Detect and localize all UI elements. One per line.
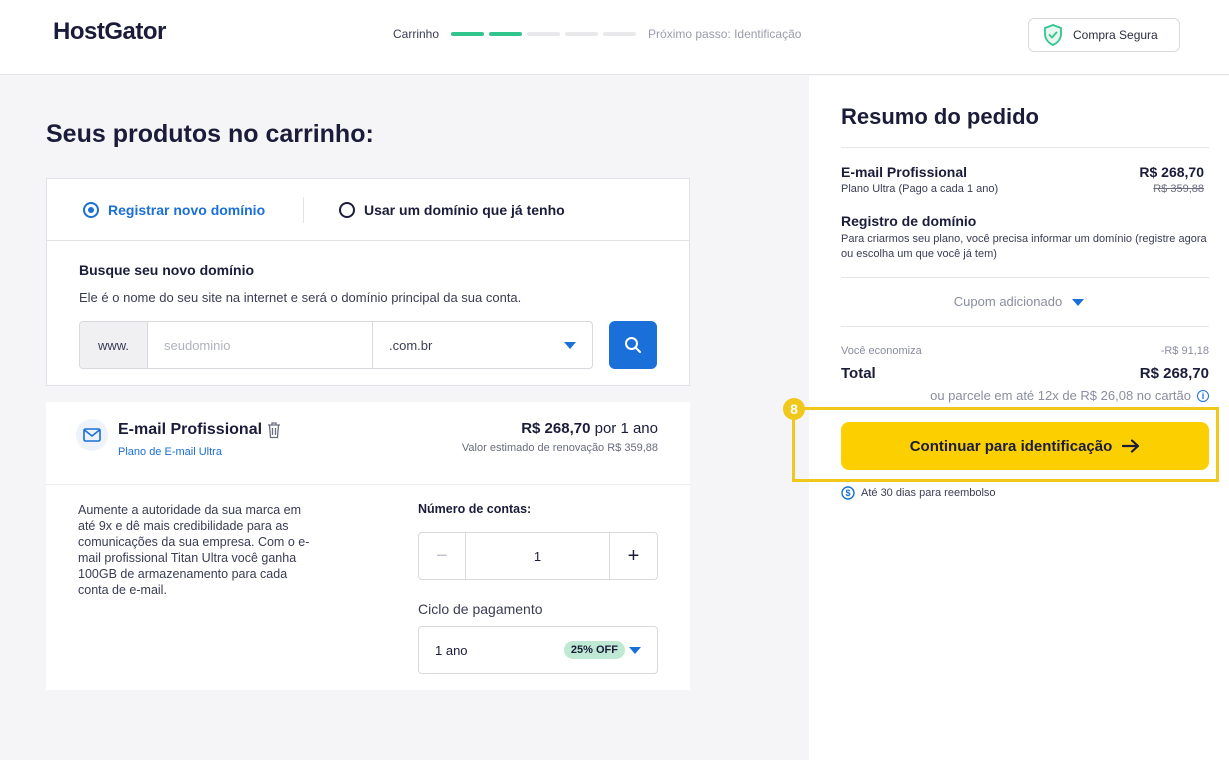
radio-selected-icon (83, 202, 99, 218)
info-icon[interactable]: i (1197, 389, 1209, 402)
installments-info: ou parcele em até 12x de R$ 26,08 no car… (930, 388, 1209, 403)
summary-item-subtitle: Plano Ultra (Pago a cada 1 ano) (841, 183, 999, 195)
increment-button[interactable]: + (610, 533, 657, 579)
decrement-button[interactable]: − (419, 533, 466, 579)
product-plan-link[interactable]: Plano de E-mail Ultra (118, 446, 222, 458)
mail-icon (83, 428, 101, 442)
domain-search-desc: Ele é o nome do seu site na internet e s… (79, 290, 522, 305)
radio-label: Usar um domínio que já tenho (364, 202, 565, 218)
trash-icon[interactable] (266, 421, 282, 439)
domain-input-group: www. .com.br (79, 321, 593, 369)
registration-title: Registro de domínio (841, 213, 977, 229)
divider (841, 326, 1209, 327)
summary-title: Resumo do pedido (841, 104, 1039, 129)
domain-search-input[interactable] (148, 322, 373, 368)
refund-icon: $ (841, 486, 855, 500)
savings-label: Você economiza (841, 345, 922, 357)
product-header: E-mail Profissional Plano de E-mail Ultr… (46, 402, 690, 485)
radio-unselected-icon (339, 202, 355, 218)
domain-card: Registrar novo domínio Usar um domínio q… (46, 178, 690, 386)
highlight-badge: 8 (783, 398, 805, 420)
domain-search-button[interactable] (609, 321, 657, 369)
shield-check-icon (1044, 24, 1062, 46)
refund-info: $ Até 30 dias para reembolso (841, 486, 996, 500)
radio-label: Registrar novo domínio (108, 202, 266, 218)
chevron-down-icon (1072, 299, 1085, 307)
registration-desc: Para criarmos seu plano, você precisa in… (841, 233, 1207, 260)
progress-bars (451, 32, 637, 36)
summary-item-price: R$ 268,70 (1139, 164, 1204, 180)
product-description: Aumente a autoridade da sua marca em até… (78, 503, 310, 597)
svg-text:$: $ (845, 488, 850, 498)
progress-step-complete (489, 32, 523, 36)
refund-label: Até 30 dias para reembolso (861, 487, 996, 499)
mail-icon-circle (76, 419, 108, 451)
installments-text: ou parcele em até 12x de R$ 26,08 no car… (930, 388, 1191, 403)
progress-step-complete (451, 32, 485, 36)
tld-select[interactable]: .com.br (373, 322, 592, 368)
accounts-stepper: − 1 + (418, 532, 658, 580)
divider (841, 277, 1209, 278)
progress-step-pending (527, 32, 561, 36)
product-card: E-mail Profissional Plano de E-mail Ultr… (46, 402, 690, 690)
order-summary: Resumo do pedido E-mail Profissional Pla… (783, 76, 1229, 760)
cycle-value: 1 ano (435, 642, 468, 658)
secure-label: Compra Segura (1073, 28, 1158, 42)
product-name-text: E-mail Profissional (118, 421, 263, 438)
radio-use-existing-domain[interactable]: Usar um domínio que já tenho (339, 202, 565, 218)
accounts-label: Número de contas: (418, 502, 532, 516)
divider (841, 147, 1209, 148)
www-prefix: www. (80, 322, 148, 368)
total-value: R$ 268,70 (1139, 365, 1209, 382)
chevron-down-icon (564, 341, 576, 349)
continue-label: Continuar para identificação (909, 437, 1113, 455)
discount-badge: 25% OFF (563, 641, 625, 659)
search-icon (625, 337, 641, 353)
continue-button[interactable]: Continuar para identificação (841, 422, 1209, 470)
product-price-period: por 1 ano (594, 420, 658, 437)
chevron-down-icon (629, 647, 641, 654)
summary-item-title: E-mail Profissional (841, 164, 968, 180)
coupon-toggle[interactable]: Cupom adicionado (809, 294, 1229, 309)
domain-search-title: Busque seu novo domínio (79, 262, 255, 278)
checkout-progress: Carrinho Próximo passo: Identificação (393, 27, 801, 41)
accounts-value[interactable]: 1 (466, 533, 610, 579)
product-renewal: Valor estimado de renovação R$ 359,88 (461, 442, 658, 454)
total-label: Total (841, 365, 876, 382)
header: HostGator Carrinho Próximo passo: Identi… (0, 0, 1229, 75)
hostgator-logo[interactable]: HostGator (53, 18, 166, 46)
tab-divider (303, 197, 304, 223)
cycle-label: Ciclo de pagamento (418, 601, 543, 617)
summary-item-old-price: R$ 359,88 (1153, 183, 1204, 195)
page-title: Seus produtos no carrinho: (46, 120, 374, 148)
domain-tabs: Registrar novo domínio Usar um domínio q… (47, 179, 689, 241)
product-name: E-mail Profissional (118, 421, 282, 439)
secure-purchase-badge: Compra Segura (1028, 18, 1180, 52)
progress-step-pending (603, 32, 637, 36)
coupon-label: Cupom adicionado (953, 294, 1063, 309)
payment-cycle-select[interactable]: 1 ano 25% OFF (418, 626, 658, 674)
product-price: R$ 268,70 por 1 ano (521, 420, 658, 437)
tld-value: .com.br (389, 337, 433, 353)
progress-step-pending (565, 32, 599, 36)
product-price-value: R$ 268,70 (521, 420, 591, 437)
arrow-right-icon (1122, 439, 1140, 453)
current-step-label: Carrinho (393, 27, 440, 41)
savings-value: -R$ 91,18 (1160, 345, 1209, 357)
radio-register-domain[interactable]: Registrar novo domínio (83, 202, 265, 218)
next-step-label: Próximo passo: Identificação (648, 27, 802, 41)
